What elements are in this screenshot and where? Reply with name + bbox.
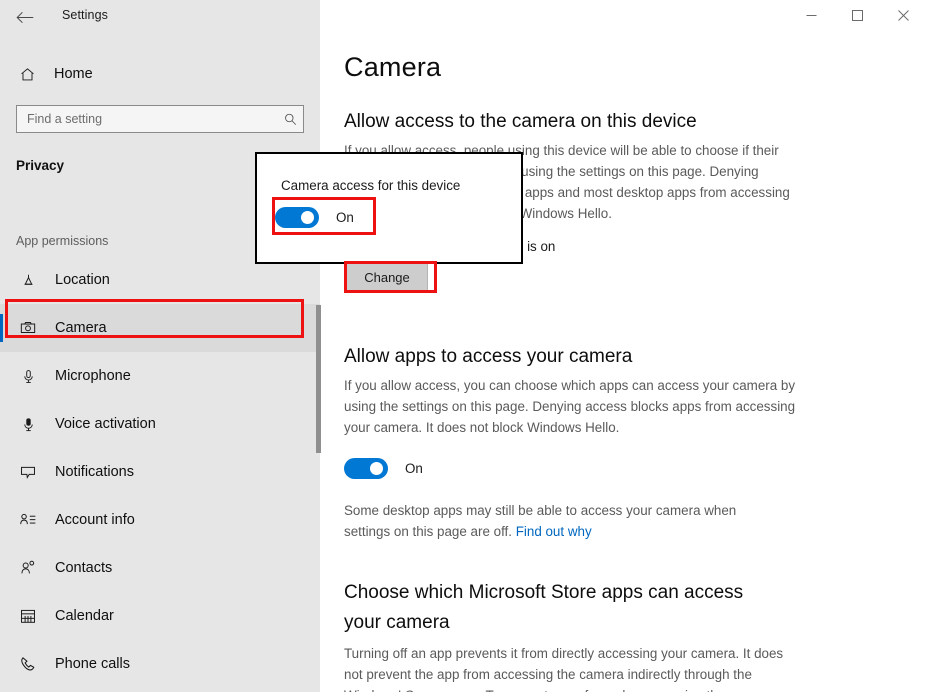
search-icon[interactable] [277, 106, 303, 132]
home-icon [16, 63, 38, 85]
sidebar-group-heading: App permissions [16, 234, 109, 248]
allow-device-access-heading: Allow access to the camera on this devic… [344, 111, 697, 132]
sidebar-item-notifications-label: Notifications [55, 464, 134, 480]
sidebar-item-contacts-label: Contacts [55, 560, 113, 576]
title-bar: Settings [0, 0, 926, 32]
sidebar-category-heading: Privacy [16, 158, 65, 173]
notifications-icon [17, 461, 39, 483]
contacts-icon [17, 557, 39, 579]
search-box[interactable] [16, 105, 304, 133]
sidebar: Home Privacy App permissions Location [0, 0, 320, 692]
phone-calls-icon [17, 653, 39, 675]
sidebar-item-account-info-label: Account info [55, 512, 135, 528]
camera-device-toggle-label: On [336, 210, 354, 225]
title-bar-left-region [0, 0, 320, 32]
change-button[interactable]: Change [346, 263, 428, 291]
desktop-apps-note: Some desktop apps may still be able to a… [344, 500, 764, 542]
toggle-knob [370, 462, 383, 475]
sidebar-item-camera-label: Camera [55, 320, 107, 336]
content-scrollbar-thumb[interactable] [318, 305, 321, 453]
back-button[interactable] [10, 4, 40, 30]
sidebar-item-home[interactable]: Home [0, 58, 320, 90]
camera-access-popup: Camera access for this device On [255, 152, 523, 264]
maximize-icon[interactable] [834, 0, 880, 31]
content-pane: Camera Allow access to the camera on thi… [320, 0, 926, 692]
minimize-icon[interactable] [788, 0, 834, 31]
sidebar-item-microphone-label: Microphone [55, 368, 131, 384]
camera-icon [17, 317, 39, 339]
close-icon[interactable] [880, 0, 926, 31]
sidebar-item-notifications[interactable]: Notifications [0, 448, 320, 496]
sidebar-item-voice-activation[interactable]: Voice activation [0, 400, 320, 448]
camera-device-toggle[interactable] [275, 207, 319, 228]
page-title: Camera [344, 52, 442, 82]
find-out-why-link[interactable]: Find out why [516, 524, 592, 539]
popup-toggle-row: On [275, 207, 354, 228]
sidebar-item-voice-activation-label: Voice activation [55, 416, 156, 432]
sidebar-item-contacts[interactable]: Contacts [0, 544, 320, 592]
sidebar-item-home-label: Home [54, 66, 93, 82]
allow-apps-access-heading: Allow apps to access your camera [344, 346, 633, 367]
sidebar-item-location-label: Location [55, 272, 110, 288]
choose-store-apps-description: Turning off an app prevents it from dire… [344, 646, 784, 692]
calendar-icon [17, 605, 39, 627]
location-icon [17, 269, 39, 291]
sidebar-item-camera[interactable]: Camera [0, 304, 320, 352]
microphone-icon [17, 365, 39, 387]
search-input[interactable] [17, 111, 277, 127]
allow-apps-toggle-label: On [405, 461, 423, 476]
voice-activation-icon [17, 413, 39, 435]
sidebar-nav-list: Location Camera Microphone Voice activat… [0, 256, 320, 688]
account-info-icon [17, 509, 39, 531]
allow-apps-access-description: If you allow access, you can choose whic… [344, 378, 796, 435]
sidebar-item-calendar[interactable]: Calendar [0, 592, 320, 640]
sidebar-item-phone-calls-label: Phone calls [55, 656, 130, 672]
app-title: Settings [62, 8, 108, 22]
allow-apps-toggle-row: On [344, 458, 423, 479]
toggle-knob [301, 211, 314, 224]
sidebar-item-account-info[interactable]: Account info [0, 496, 320, 544]
sidebar-item-phone-calls[interactable]: Phone calls [0, 640, 320, 688]
sidebar-item-calendar-label: Calendar [55, 608, 114, 624]
choose-store-apps-heading: Choose which Microsoft Store apps can ac… [344, 582, 744, 633]
popup-title: Camera access for this device [281, 178, 461, 193]
sidebar-item-microphone[interactable]: Microphone [0, 352, 320, 400]
allow-apps-toggle[interactable] [344, 458, 388, 479]
